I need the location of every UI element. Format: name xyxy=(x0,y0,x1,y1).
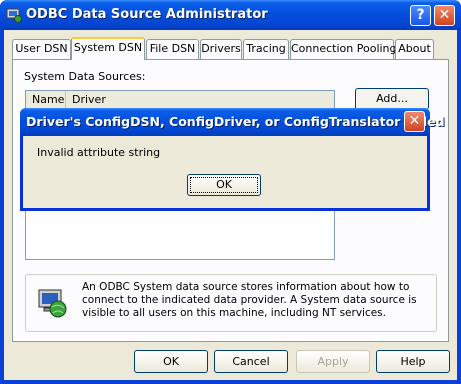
error-dialog-close-button[interactable]: ✕ xyxy=(404,111,425,132)
tab-system-dsn[interactable]: System DSN xyxy=(71,37,145,60)
close-button[interactable]: ✕ xyxy=(434,5,455,26)
error-message: Invalid attribute string xyxy=(37,146,161,159)
error-dialog-body: Invalid attribute string OK xyxy=(23,136,427,208)
column-header-name[interactable]: Name xyxy=(26,91,66,109)
tab-file-dsn[interactable]: File DSN xyxy=(146,39,199,59)
error-dialog-ok-button[interactable]: OK xyxy=(187,174,261,196)
window-title: ODBC Data Source Administrator xyxy=(26,7,268,22)
ok-button[interactable]: OK xyxy=(134,350,208,373)
help-footer-button[interactable]: Help xyxy=(376,350,450,373)
apply-button[interactable]: Apply xyxy=(296,350,370,373)
tab-connection-pooling[interactable]: Connection Pooling xyxy=(290,39,397,59)
error-dialog-title-bar[interactable]: Driver's ConfigDSN, ConfigDriver, or Con… xyxy=(20,108,445,136)
tab-tracing[interactable]: Tracing xyxy=(243,39,289,59)
odbc-app-icon xyxy=(6,8,22,23)
error-dialog: Driver's ConfigDSN, ConfigDriver, or Con… xyxy=(20,108,445,211)
system-data-sources-label: System Data Sources: xyxy=(24,70,146,83)
title-bar[interactable]: ODBC Data Source Administrator ? ✕ xyxy=(0,0,461,30)
info-description: An ODBC System data source stores inform… xyxy=(82,281,417,319)
info-box: An ODBC System data source stores inform… xyxy=(25,274,437,332)
tab-about[interactable]: About xyxy=(395,39,434,59)
list-header: Name Driver xyxy=(26,91,334,109)
tab-drivers[interactable]: Drivers xyxy=(200,39,242,59)
error-dialog-title: Driver's ConfigDSN, ConfigDriver, or Con… xyxy=(26,114,445,129)
data-source-globe-icon xyxy=(38,289,67,318)
column-header-driver[interactable]: Driver xyxy=(66,91,334,109)
help-button[interactable]: ? xyxy=(410,5,431,26)
tab-user-dsn[interactable]: User DSN xyxy=(12,39,71,59)
add-button[interactable]: Add... xyxy=(355,88,429,110)
cancel-button[interactable]: Cancel xyxy=(214,350,288,373)
